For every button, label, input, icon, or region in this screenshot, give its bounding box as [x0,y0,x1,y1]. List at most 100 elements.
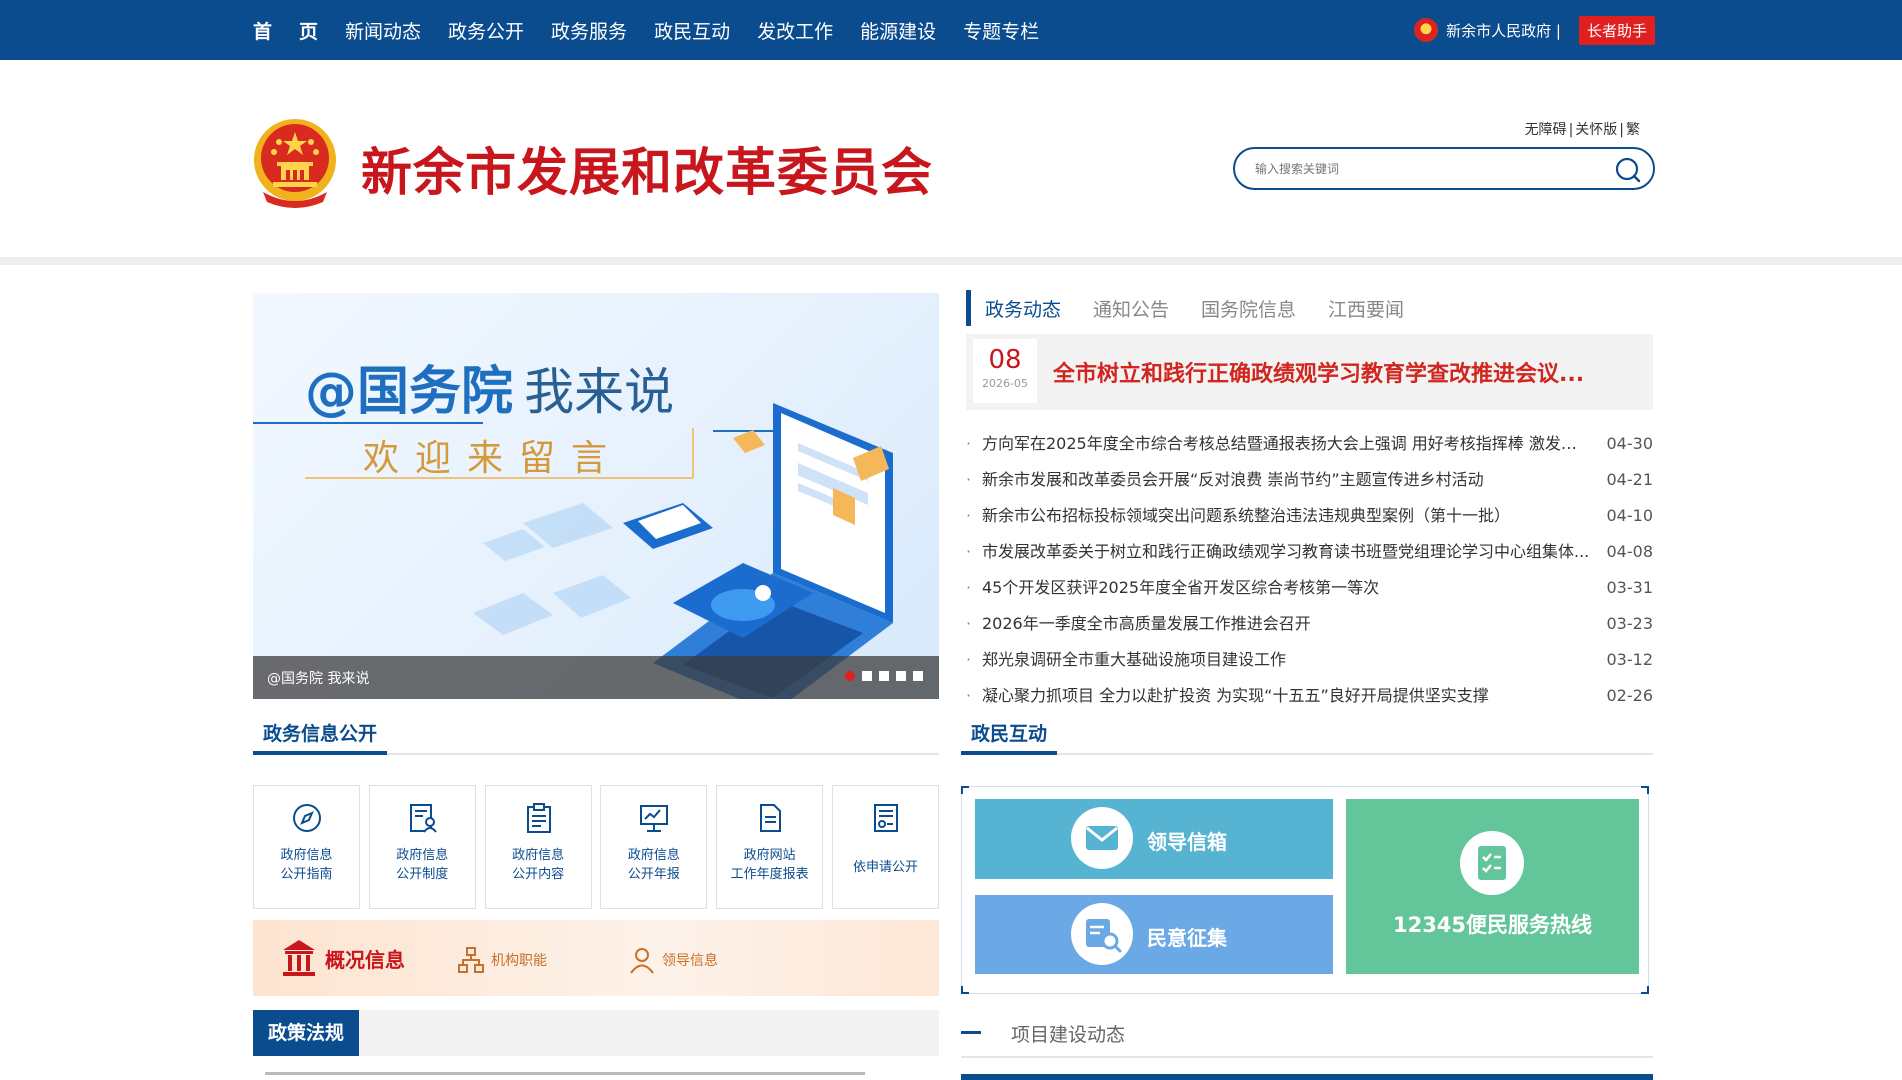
carousel-dot-1[interactable] [845,671,855,681]
project-section-title[interactable]: 项目建设动态 [1011,1020,1125,1047]
list-item: · 郑光泉调研全市重大基础设施项目建设工作 03-12 [966,642,1653,678]
news-date: 04-10 [1606,506,1654,525]
carousel-dot-4[interactable] [896,671,906,681]
info-card-label: 政府信息 公开指南 [280,848,333,882]
list-item: · 45个开发区获评2025年度全省开发区综合考核第一等次 03-31 [966,570,1653,606]
tab-gov-news[interactable]: 政务动态 [985,295,1061,322]
opinion-collection-button[interactable]: 民意征集 [975,895,1333,974]
info-card-label: 政府网站 工作年度报表 [730,848,809,882]
bullet: · [966,542,972,561]
info-card-grid: 政府信息公开指南 政府信息公开制度 政府信息公开内容 政府信息公开年报 [253,785,939,909]
info-card-application[interactable]: 依申请公开 [831,785,939,909]
info-card-content[interactable]: 政府信息 公开内容 [484,785,592,909]
overview-link[interactable]: 概况信息 [281,938,405,978]
overview-bar: 概况信息 机构职能 领导信息 [253,920,939,996]
banner-headline-sub: 我来说 [524,363,675,421]
bullet: · [966,578,972,597]
nav-home[interactable]: 首页 [253,0,345,68]
top-right-links: 新余市人民政府 | 长者助手 [1414,15,1655,45]
nav-interaction[interactable]: 政民互动 [654,0,730,60]
news-title-link[interactable]: 郑光泉调研全市重大基础设施项目建设工作 [982,642,1592,678]
headline-title-link[interactable]: 全市树立和践行正确政绩观学习教育学查改推进会议... [1053,356,1584,388]
banner-caption-bar: @国务院 我来说 [253,656,939,699]
news-date: 04-30 [1606,434,1654,453]
document-search-icon [1071,903,1133,965]
org-function-link[interactable]: 机构职能 [457,946,547,974]
nav-gov-affairs-open[interactable]: 政务公开 [448,0,524,60]
news-title-link[interactable]: 新余市发展和改革委员会开展“反对浪费 崇尚节约”主题宣传进乡村活动 [982,462,1592,498]
overview-label: 概况信息 [325,947,405,972]
nav-gov-services[interactable]: 政务服务 [551,0,627,60]
banner-caption: @国务院 我来说 [267,671,370,687]
carousel-dot-2[interactable] [862,671,872,681]
info-section-title[interactable]: 政务信息公开 [253,713,388,755]
info-card-website-report[interactable]: 政府网站 工作年度报表 [716,785,824,909]
nav-reform-work[interactable]: 发改工作 [757,0,833,60]
news-panel: 政务动态 通知公告 国务院信息 江西要闻 08 2026-05 全市树立和践行正… [966,290,1653,714]
tab-state-council[interactable]: 国务院信息 [1201,295,1296,322]
leader-info-link[interactable]: 领导信息 [628,946,718,974]
headline-news: 08 2026-05 全市树立和践行正确政绩观学习教育学查改推进会议... [966,334,1653,410]
site-title: 新余市发展和改革委员会 [361,144,934,203]
info-card-label: 依申请公开 [852,860,918,875]
traditional-chinese-link[interactable]: 繁 [1626,122,1640,138]
interaction-section-title[interactable]: 政民互动 [961,713,1058,755]
info-section-header: 政务信息公开 [253,713,939,755]
tab-jiangxi-news[interactable]: 江西要闻 [1328,295,1404,322]
hotline-12345-button[interactable]: 12345便民服务热线 [1346,799,1639,974]
corner-decoration [1641,786,1649,794]
care-version-link[interactable]: 关怀版 [1575,122,1617,138]
news-title-link[interactable]: 新余市公布招标投标领域突出问题系统整治违法违规典型案例（第十一批） [982,498,1592,534]
leader-mailbox-button[interactable]: 领导信箱 [975,799,1333,879]
bullet: · [966,686,972,705]
project-section-header: 项目建设动态 [961,1008,1653,1058]
nav-special-topics[interactable]: 专题专栏 [963,0,1039,60]
info-card-guide[interactable]: 政府信息 公开指南 [253,785,360,909]
info-card-label: 政府信息 公开制度 [396,848,449,882]
news-date: 04-08 [1606,542,1654,561]
interaction-section-header: 政民互动 [961,713,1653,755]
policy-section-title[interactable]: 政策法规 [253,1010,360,1056]
nav-news[interactable]: 新闻动态 [345,0,421,60]
tab-notices[interactable]: 通知公告 [1093,295,1169,322]
news-title-link[interactable]: 2026年一季度全市高质量发展工作推进会召开 [982,606,1592,642]
headline-day: 08 [988,345,1022,375]
headline-date: 08 2026-05 [973,339,1037,403]
leader-info-label: 领导信息 [662,953,718,969]
banner-carousel[interactable]: @国务院 我来说 欢迎来留言 @国务院 我来说 [253,293,939,699]
mail-icon [1071,807,1133,869]
building-icon [283,940,315,976]
list-item: · 2026年一季度全市高质量发展工作推进会召开 03-23 [966,606,1653,642]
news-title-link[interactable]: 凝心聚力抓项目 全力以赴扩投资 为实现“十五五”良好开局提供坚实支撑 [982,678,1592,714]
accessibility-link[interactable]: 无障碍 [1525,122,1567,138]
carousel-dots [838,671,923,681]
bullet: · [966,470,972,489]
news-title-link[interactable]: 市发展改革委关于树立和践行正确政绩观学习教育读书班暨党组理论学习中心组集体... [982,534,1592,570]
carousel-dot-5[interactable] [913,671,923,681]
section-dash [961,1031,981,1034]
carousel-dot-3[interactable] [879,671,889,681]
national-emblem-icon [254,119,336,208]
national-emblem-icon [1414,18,1439,42]
elder-assistant-button[interactable]: 长者助手 [1578,15,1655,45]
city-gov-link[interactable]: 新余市人民政府 | [1446,20,1561,41]
info-card-annual-report[interactable]: 政府信息 公开年报 [600,785,708,909]
nav-energy[interactable]: 能源建设 [860,0,936,60]
policy-list-peek [253,1072,939,1080]
bullet: · [966,614,972,633]
corner-decoration [961,986,969,994]
document-user-icon [409,804,437,833]
list-item: · 新余市公布招标投标领域突出问题系统整治违法违规典型案例（第十一批） 04-10 [966,498,1653,534]
checklist-icon [1460,831,1524,895]
info-card-system[interactable]: 政府信息 公开制度 [368,785,476,909]
search-input[interactable] [1253,159,1593,179]
corner-decoration [961,786,969,794]
search-icon[interactable] [1613,155,1643,185]
list-item: · 市发展改革委关于树立和践行正确政绩观学习教育读书班暨党组理论学习中心组集体..… [966,534,1653,570]
org-chart-icon [458,947,484,973]
clipboard-icon [526,803,551,833]
news-title-link[interactable]: 方向军在2025年度全市综合考核总结暨通报表扬大会上强调 用好考核指挥棒 激发实… [982,426,1592,462]
info-card-label: 政府信息 公开内容 [512,848,565,882]
org-function-label: 机构职能 [491,953,547,969]
news-title-link[interactable]: 45个开发区获评2025年度全省开发区综合考核第一等次 [982,570,1592,606]
